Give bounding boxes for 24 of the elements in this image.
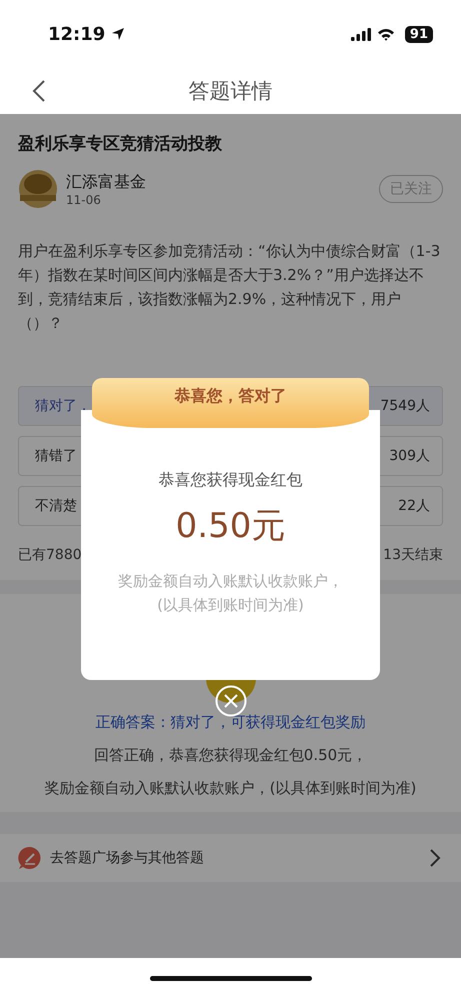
- reward-note: 奖励金额自动入账默认收款账户，(以具体到账时间为准): [44, 779, 416, 798]
- post-date: 11-06: [66, 192, 102, 206]
- result-text: 回答正确，恭喜您获得现金红包0.50元，: [94, 746, 368, 765]
- page-title: 答题详情: [188, 78, 272, 105]
- chevron-right-icon: [429, 848, 441, 868]
- reward-note: (以具体到账时间为准): [157, 595, 304, 616]
- pencil-badge-icon: [18, 846, 42, 870]
- author-name: 汇添富基金: [66, 172, 147, 192]
- correct-answer: 正确答案：猜对了，可获得现金红包奖励: [96, 713, 366, 732]
- quiz-square-link[interactable]: 去答题广场参与其他答题: [0, 834, 461, 882]
- back-icon[interactable]: [32, 79, 46, 103]
- reward-note: 奖励金额自动入账默认收款账户，: [118, 571, 343, 592]
- close-icon[interactable]: [215, 685, 247, 717]
- status-time: 12:19: [48, 24, 106, 44]
- congrats-ribbon: 恭喜您，答对了: [92, 378, 369, 428]
- signal-icon: [350, 28, 371, 40]
- battery-level: 91: [404, 26, 433, 42]
- participant-count: 已有7880: [18, 546, 82, 564]
- location-arrow-icon: [111, 27, 126, 41]
- article-title: 盈利乐享专区竞猜活动投教: [18, 133, 223, 155]
- fund-logo-icon: [18, 169, 58, 209]
- question-text: 用户在盈利乐享专区参加竞猜活动：“你认为中债综合财富（1-3年）指数在某时间区间内涨幅是否大于3.2%？”用户选择达不到，竞猜结束后，该指数涨幅为2.9%，这种情况下，用户（）？: [18, 241, 442, 334]
- end-time: 13天结束: [383, 546, 443, 564]
- wifi-icon: [376, 28, 395, 40]
